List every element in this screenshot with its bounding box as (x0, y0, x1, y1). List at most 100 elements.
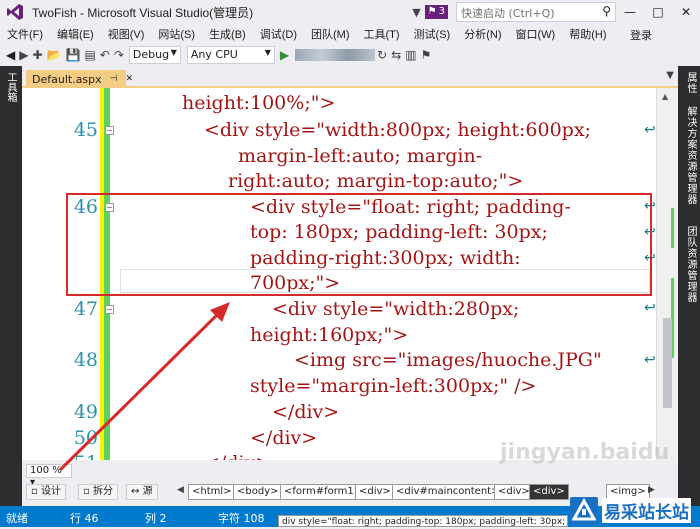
line-number: 49 (73, 401, 98, 423)
change-marker (671, 208, 674, 248)
close-button[interactable]: ✕ (672, 5, 700, 19)
design-icon: ▫ (31, 486, 38, 497)
browser-select-blurred[interactable] (295, 49, 376, 61)
quick-launch-input[interactable]: 快速启动 (Ctrl+Q) ⚲ (456, 2, 616, 22)
line-number: 47 (73, 298, 98, 320)
code-line: height:100%;"> (182, 92, 336, 114)
line-number: 48 (73, 349, 98, 371)
code-line: </div> (250, 427, 318, 449)
visual-studio-logo-icon (4, 1, 26, 23)
window-title: TwoFish - Microsoft Visual Studio(管理员) (32, 5, 254, 20)
save-icon[interactable]: 💾 (65, 48, 80, 62)
word-wrap-icon: ↩ (644, 122, 656, 138)
new-project-icon[interactable]: ✚ (32, 48, 42, 62)
menu-view[interactable]: 视图(V) (101, 26, 152, 42)
back-icon[interactable]: ◀ (6, 48, 15, 62)
platform-select[interactable]: Any CPU ▼ (186, 46, 275, 64)
site-name: 易采站长站 (602, 498, 691, 523)
close-icon[interactable]: ✕ (126, 74, 134, 84)
menu-team[interactable]: 团队(M) (304, 26, 357, 42)
chevron-down-icon: ▼ (264, 48, 271, 57)
code-line: <div style="width:280px; (272, 298, 520, 320)
breadcrumb-html[interactable]: <html> (188, 484, 236, 500)
breadcrumb-div[interactable]: <div> (355, 484, 395, 500)
split-view-button[interactable]: ▫ 拆分 (78, 484, 118, 500)
bookmark-icon[interactable]: ⚑ (421, 48, 432, 62)
menu-test[interactable]: 测试(S) (407, 26, 458, 42)
open-icon[interactable]: 📂 (47, 48, 62, 62)
split-icon: ▫ (83, 486, 90, 497)
refresh-icon[interactable]: ↻ (377, 48, 387, 62)
minimize-button[interactable]: — (616, 5, 644, 19)
notifications-badge[interactable]: ⚑ 3 (424, 5, 448, 19)
start-debug-icon[interactable]: ▶ (280, 48, 289, 62)
menu-edit[interactable]: 编辑(E) (50, 26, 101, 42)
code-line: <div style="width:800px; height:600px; (204, 119, 591, 141)
toolbox-panel[interactable]: 工具箱 (0, 66, 22, 506)
menu-help[interactable]: 帮助(H) (562, 26, 613, 42)
breadcrumb-div-selected[interactable]: <div> (529, 484, 569, 500)
title-bar: TwoFish - Microsoft Visual Studio(管理员) ▼… (0, 0, 700, 24)
code-line: <img src="images/huoche.JPG" (294, 349, 602, 371)
code-line: height:160px;"> (250, 324, 409, 346)
forward-icon[interactable]: ▶ (19, 48, 28, 62)
toolbox-tab[interactable]: 工具箱 (3, 72, 18, 102)
menu-analyze[interactable]: 分析(N) (457, 26, 508, 42)
menu-debug[interactable]: 调试(D) (253, 26, 304, 42)
solution-explorer-tab[interactable]: 解决方案资源管理器 (683, 106, 698, 205)
code-line: </div> (272, 401, 340, 423)
site-logo-icon (570, 496, 598, 525)
menu-bar: 文件(F) 编辑(E) 视图(V) 网站(S) 生成(B) 调试(D) 团队(M… (0, 24, 700, 44)
save-all-icon[interactable]: ▤ (84, 48, 95, 62)
breadcrumb-form[interactable]: <form#form1> (280, 484, 367, 500)
scroll-left-icon[interactable]: ◀ (177, 485, 184, 495)
configuration-select[interactable]: Debug ▼ (128, 46, 181, 64)
undo-icon[interactable]: ↶ (100, 48, 110, 62)
zoom-select[interactable]: 100 % ▾ (26, 464, 72, 488)
code-editor[interactable]: 45 46 47 48 49 50 51 − − − height:100%;"… (22, 88, 678, 460)
login-link[interactable]: 登录 (630, 27, 652, 43)
redo-icon[interactable]: ↷ (114, 48, 124, 62)
breadcrumb-maincontent[interactable]: <div#maincontent> (392, 484, 504, 500)
filter-icon[interactable]: ▼ (412, 6, 420, 19)
word-wrap-icon: ↩ (644, 300, 656, 316)
source-view-button[interactable]: ↔ 源 (126, 484, 158, 500)
scrollbar-thumb[interactable] (663, 318, 672, 408)
source-icon: ↔ (131, 486, 140, 497)
pin-icon[interactable]: ⊣ (110, 74, 118, 84)
code-line: </div> (204, 452, 271, 460)
breadcrumb-div[interactable]: <div> (494, 484, 534, 500)
menu-tools[interactable]: 工具(T) (357, 26, 407, 42)
site-watermark: 易采站长站 (570, 494, 700, 527)
status-column: 列 2 (145, 512, 167, 525)
toolbar: ◀ ▶ ✚ 📂 💾 ▤ ↶ ↷ Debug ▼ Any CPU ▼ ▶ ↻ ⇆ ▥ … (0, 44, 700, 66)
status-line: 行 46 (70, 512, 99, 525)
design-view-button[interactable]: ▫ 设计 (26, 484, 66, 500)
menu-build[interactable]: 生成(B) (202, 26, 253, 42)
search-icon: ⚲ (602, 4, 611, 18)
menu-window[interactable]: 窗口(W) (509, 26, 563, 42)
element-tooltip: div style="float: right; padding-top: 18… (278, 515, 568, 527)
collapse-icon[interactable]: − (105, 305, 114, 314)
document-tab-strip: Default.aspx ⊣ ✕ ▼ (22, 66, 678, 88)
scroll-up-icon[interactable]: ▲ (662, 92, 668, 101)
menu-website[interactable]: 网站(S) (151, 26, 202, 42)
code-line: style="margin-left:300px;" /> (250, 375, 537, 397)
maximize-button[interactable]: □ (644, 5, 672, 19)
breadcrumb-body[interactable]: <body> (233, 484, 283, 500)
browser-link-icon[interactable]: ⇆ (391, 48, 401, 62)
line-number: 45 (73, 119, 98, 141)
line-number: 50 (73, 427, 98, 449)
right-side-panel: 属性 解决方案资源管理器 团队资源管理器 (678, 66, 700, 506)
collapse-icon[interactable]: − (105, 126, 114, 135)
line-number: 51 (42, 452, 98, 460)
menu-file[interactable]: 文件(F) (0, 26, 50, 42)
properties-tab[interactable]: 属性 (683, 72, 698, 94)
comment-icon[interactable]: ▥ (405, 48, 416, 62)
vertical-scrollbar[interactable]: ▲ (656, 88, 678, 460)
team-explorer-tab[interactable]: 团队资源管理器 (683, 226, 698, 303)
word-wrap-icon: ↩ (644, 352, 656, 368)
tab-default-aspx[interactable]: Default.aspx ⊣ ✕ (26, 70, 133, 88)
tab-list-icon[interactable]: ▼ (666, 70, 674, 81)
chevron-down-icon: ▼ (170, 48, 177, 57)
